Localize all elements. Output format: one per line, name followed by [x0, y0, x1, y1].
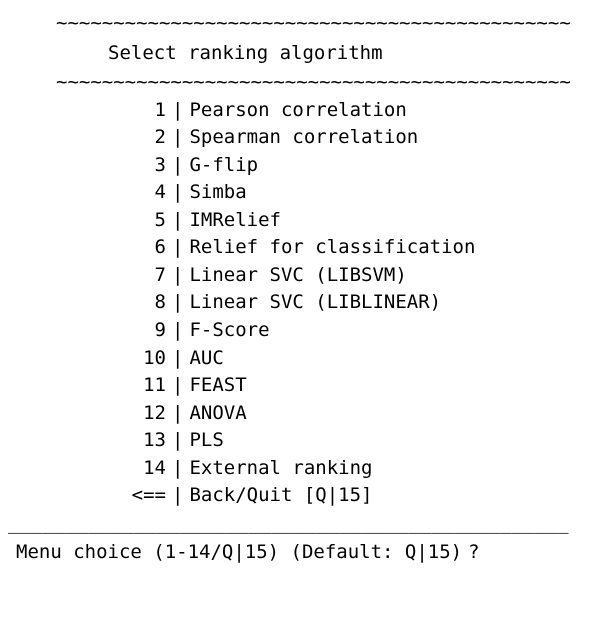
menu-item-key: 4	[4, 179, 166, 207]
menu-title: Select ranking algorithm	[4, 38, 598, 70]
menu-item-key: 5	[4, 207, 166, 235]
menu-item-label: Pearson correlation	[189, 97, 406, 125]
menu-item-label: FEAST	[189, 372, 246, 400]
menu-item-label: Back/Quit [Q|15]	[189, 482, 372, 510]
menu-item-sep: |	[166, 97, 189, 125]
menu-item-label: IMRelief	[189, 207, 281, 235]
menu-item-key: 13	[4, 427, 166, 455]
menu-item-label: Linear SVC (LIBLINEAR)	[189, 289, 441, 317]
menu-item-key: 1	[4, 97, 166, 125]
menu-item[interactable]: 10|AUC	[4, 345, 598, 373]
menu-item-key: 8	[4, 289, 166, 317]
prompt-row: Menu choice (1-14/Q|15) (Default: Q|15) …	[4, 537, 598, 567]
menu-item-label: Linear SVC (LIBSVM)	[189, 262, 406, 290]
menu-item-key: 3	[4, 152, 166, 180]
menu-item-key: 9	[4, 317, 166, 345]
menu-item-sep: |	[166, 124, 189, 152]
menu-item[interactable]: 8|Linear SVC (LIBLINEAR)	[4, 289, 598, 317]
menu-item-key: 10	[4, 345, 166, 373]
menu-item[interactable]: 1|Pearson correlation	[4, 97, 598, 125]
menu-item-sep: |	[166, 152, 189, 180]
prompt-label: Menu choice (1-14/Q|15) (Default: Q|15)	[16, 539, 462, 567]
menu-item-label: G-flip	[189, 152, 258, 180]
menu-item[interactable]: 2|Spearman correlation	[4, 124, 598, 152]
wavy-bottom: ~~~~~~~~~~~~~~~~~~~~~~~~~~~~~~~~~~~~~~~~…	[4, 69, 598, 97]
menu-item[interactable]: 7|Linear SVC (LIBSVM)	[4, 262, 598, 290]
menu-item[interactable]: 14|External ranking	[4, 455, 598, 483]
menu-item-key: 12	[4, 400, 166, 428]
menu-item[interactable]: 3|G-flip	[4, 152, 598, 180]
menu-item-sep: |	[166, 234, 189, 262]
menu-item-sep: |	[166, 289, 189, 317]
menu-item-sep: |	[166, 482, 189, 510]
menu-item-sep: |	[166, 179, 189, 207]
menu-item-sep: |	[166, 317, 189, 345]
menu-item-sep: |	[166, 207, 189, 235]
menu-item-label: ANOVA	[189, 400, 246, 428]
menu-item-label: AUC	[189, 345, 223, 373]
menu-choice-input[interactable]	[480, 539, 490, 567]
menu-item-sep: |	[166, 345, 189, 373]
menu-item-label: External ranking	[189, 455, 372, 483]
menu-item-sep: |	[166, 455, 189, 483]
menu-item[interactable]: 4|Simba	[4, 179, 598, 207]
menu-item[interactable]: 5|IMRelief	[4, 207, 598, 235]
menu-item[interactable]: 9|F-Score	[4, 317, 598, 345]
menu-item-sep: |	[166, 372, 189, 400]
menu-item-label: Relief for classification	[189, 234, 475, 262]
menu-item[interactable]: 12|ANOVA	[4, 400, 598, 428]
menu-item-key: 11	[4, 372, 166, 400]
menu-list: 1|Pearson correlation2|Spearman correlat…	[4, 97, 598, 510]
prompt-marker: ?	[462, 539, 479, 567]
menu-item-sep: |	[166, 262, 189, 290]
menu-item-key: 6	[4, 234, 166, 262]
menu-item[interactable]: <==|Back/Quit [Q|15]	[4, 482, 598, 510]
divider-rule: ________________________________________…	[4, 510, 598, 538]
menu-item-sep: |	[166, 427, 189, 455]
menu-item-label: Simba	[189, 179, 246, 207]
menu-item-label: Spearman correlation	[189, 124, 418, 152]
menu-item-key: 14	[4, 455, 166, 483]
menu-item-label: F-Score	[189, 317, 269, 345]
menu-item-label: PLS	[189, 427, 223, 455]
wavy-top: ~~~~~~~~~~~~~~~~~~~~~~~~~~~~~~~~~~~~~~~~…	[4, 10, 598, 38]
menu-item-key: 2	[4, 124, 166, 152]
menu-item[interactable]: 13|PLS	[4, 427, 598, 455]
menu-item[interactable]: 6|Relief for classification	[4, 234, 598, 262]
menu-item-key: <==	[4, 482, 166, 510]
menu-item-key: 7	[4, 262, 166, 290]
menu-item[interactable]: 11|FEAST	[4, 372, 598, 400]
menu-item-sep: |	[166, 400, 189, 428]
